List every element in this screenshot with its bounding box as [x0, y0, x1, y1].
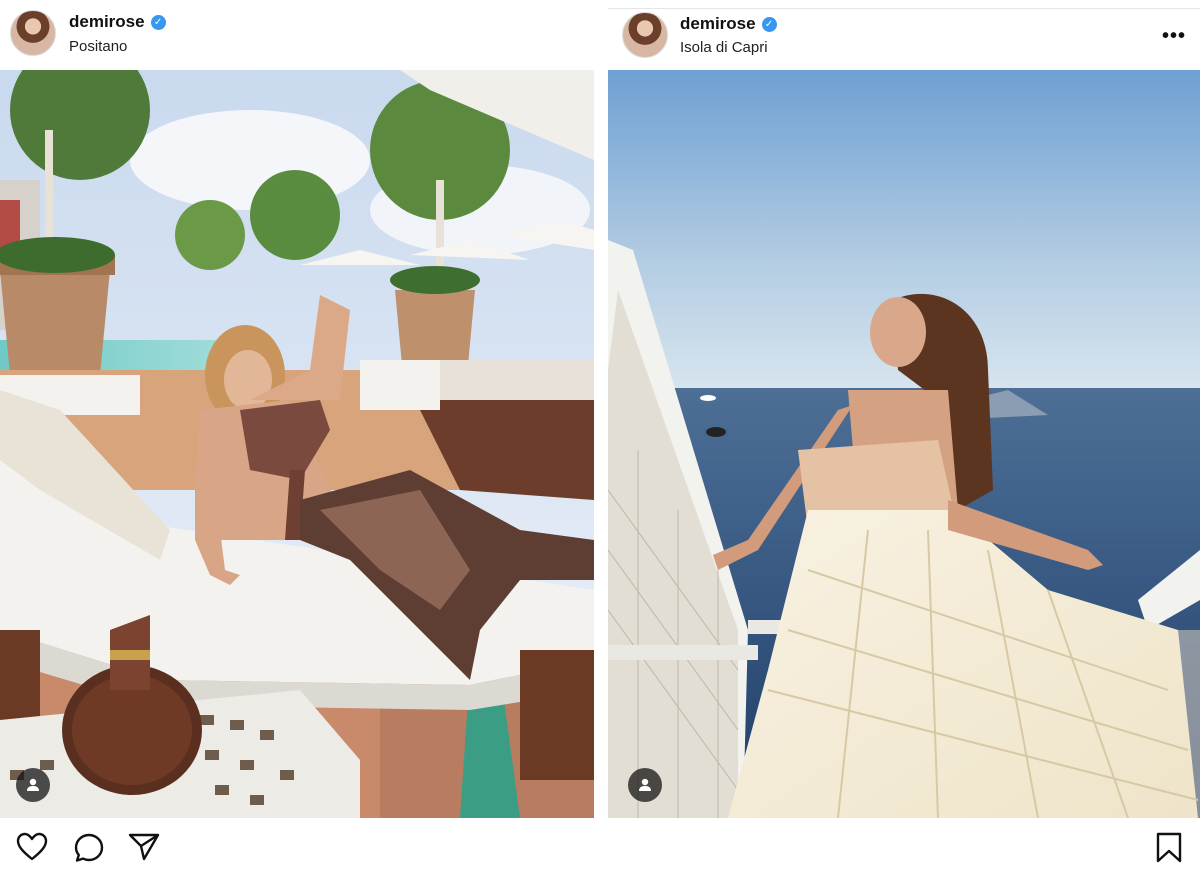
- post-header: demirose ✓ Positano: [0, 0, 594, 70]
- avatar[interactable]: [10, 10, 56, 56]
- avatar[interactable]: [622, 12, 668, 58]
- post-positano: demirose ✓ Positano: [0, 0, 594, 818]
- share-icon[interactable]: [128, 832, 160, 867]
- post-capri: demirose ✓ Isola di Capri •••: [608, 0, 1200, 818]
- username[interactable]: demirose: [680, 14, 756, 34]
- photo-seaside-scene: [608, 70, 1200, 818]
- post-photo[interactable]: [608, 70, 1200, 818]
- heart-icon[interactable]: [16, 832, 48, 867]
- location-link[interactable]: Isola di Capri: [680, 39, 768, 56]
- feed: demirose ✓ Positano demirose ✓ Isola di …: [0, 0, 1200, 876]
- post-photo[interactable]: [0, 70, 594, 818]
- user-icon: [639, 778, 651, 791]
- comment-icon[interactable]: [73, 832, 105, 869]
- location-link[interactable]: Positano: [69, 38, 127, 55]
- verified-badge-icon: ✓: [150, 14, 166, 30]
- more-options-button[interactable]: •••: [1162, 25, 1186, 48]
- username-row: demirose ✓: [680, 14, 777, 34]
- user-tag-button[interactable]: [628, 768, 662, 802]
- bookmark-icon[interactable]: [1155, 832, 1183, 869]
- username-row: demirose ✓: [69, 12, 166, 32]
- user-icon: [27, 778, 39, 791]
- post-header: demirose ✓ Isola di Capri •••: [608, 8, 1200, 71]
- username[interactable]: demirose: [69, 12, 145, 32]
- photo-poolside-scene: [0, 70, 594, 818]
- verified-badge-icon: ✓: [761, 16, 777, 32]
- action-bar: [0, 818, 1200, 876]
- user-tag-button[interactable]: [16, 768, 50, 802]
